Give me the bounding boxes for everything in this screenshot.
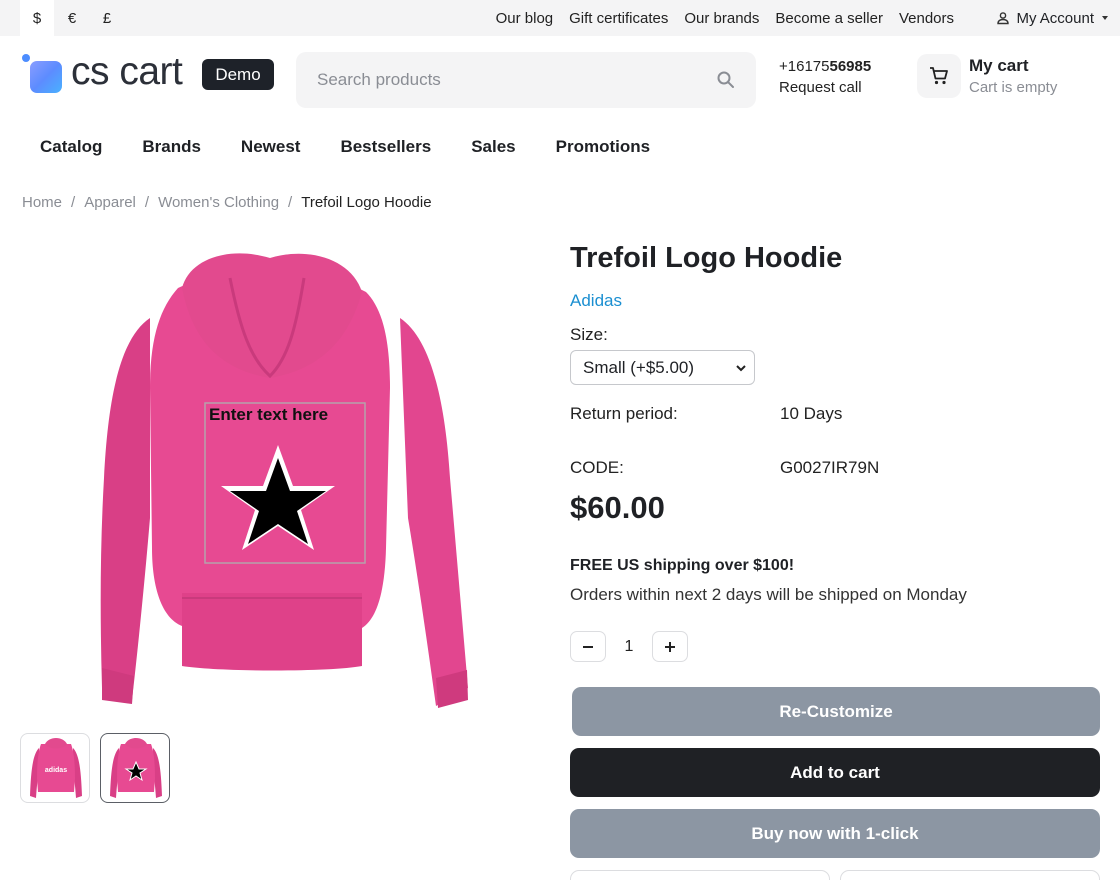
top-link-gift-certificates[interactable]: Gift certificates [569, 10, 668, 27]
minus-icon [583, 645, 593, 648]
chevron-down-icon [736, 365, 746, 372]
breadcrumb-apparel[interactable]: Apparel [84, 194, 136, 211]
nav-sales[interactable]: Sales [471, 137, 515, 159]
currency-eur[interactable]: € [55, 0, 89, 36]
size-label: Size: [570, 325, 608, 344]
demo-badge: Demo [202, 59, 274, 90]
phone-number[interactable]: +1617556985 [779, 58, 871, 75]
product-price: $60.00 [570, 490, 665, 525]
top-link-vendors[interactable]: Vendors [899, 10, 954, 27]
recustomize-button[interactable]: Re-Customize [572, 687, 1100, 736]
breadcrumb-womens-clothing[interactable]: Women's Clothing [158, 194, 279, 211]
nav-brands[interactable]: Brands [142, 137, 201, 159]
nav-newest[interactable]: Newest [241, 137, 301, 159]
currency-gbp[interactable]: £ [90, 0, 124, 36]
cart-title[interactable]: My cart [969, 56, 1029, 76]
product-title: Trefoil Logo Hoodie [570, 242, 843, 274]
breadcrumb-separator: / [144, 194, 150, 211]
return-period-label: Return period: [570, 404, 678, 423]
product-main-image[interactable]: Enter text here [90, 248, 482, 718]
plus-icon [665, 641, 675, 652]
wishlist-button[interactable] [570, 870, 830, 880]
my-account-label: My Account [1016, 9, 1094, 27]
compare-button[interactable] [840, 870, 1100, 880]
cart-icon [930, 67, 948, 85]
nav-catalog[interactable]: Catalog [40, 137, 102, 159]
phone-bold: 56985 [829, 58, 872, 75]
phone-prefix: +16175 [779, 58, 830, 75]
breadcrumb-home[interactable]: Home [22, 194, 62, 211]
request-call-link[interactable]: Request call [779, 79, 862, 96]
breadcrumb-separator: / [288, 194, 293, 211]
quantity-input[interactable]: 1 [606, 631, 652, 662]
top-links: Our blog Gift certificates Our brands Be… [496, 0, 954, 36]
logo-dot [22, 54, 30, 62]
return-period-value: 10 Days [780, 404, 843, 423]
thumbnail-2[interactable] [100, 733, 170, 803]
top-link-brands[interactable]: Our brands [684, 10, 759, 27]
logo-mark [30, 61, 62, 93]
chevron-down-icon [1102, 16, 1108, 20]
nav-bestsellers[interactable]: Bestsellers [340, 137, 431, 159]
thumbnail-1[interactable]: adidas [20, 733, 90, 803]
currency-usd[interactable]: $ [20, 0, 54, 36]
search-bar [296, 52, 756, 108]
main-nav: Catalog Brands Newest Bestsellers Sales … [40, 137, 690, 159]
shipping-promo: FREE US shipping over $100! [570, 557, 795, 574]
top-bar: $ € £ Our blog Gift certificates Our bra… [0, 0, 1120, 36]
user-icon [997, 12, 1010, 25]
search-input[interactable] [296, 52, 696, 108]
breadcrumb-separator: / [71, 194, 76, 211]
add-to-cart-button[interactable]: Add to cart [570, 748, 1100, 797]
top-link-become-seller[interactable]: Become a seller [775, 10, 883, 27]
my-account-menu[interactable]: My Account [996, 0, 1108, 36]
thumbnail-2-image [110, 738, 162, 798]
quantity-decrease-button[interactable] [570, 631, 606, 662]
size-select[interactable]: Small (+$5.00) [570, 350, 755, 385]
thumbnail-1-text: adidas [45, 767, 67, 774]
top-link-blog[interactable]: Our blog [496, 10, 554, 27]
buy-one-click-button[interactable]: Buy now with 1-click [570, 809, 1100, 858]
cart-button[interactable] [917, 54, 961, 98]
shipping-note: Orders within next 2 days will be shippe… [570, 585, 967, 604]
product-code-value: G0027IR79N [780, 458, 880, 477]
image-custom-text: Enter text here [209, 405, 328, 424]
search-icon[interactable] [716, 70, 736, 90]
cart-status: Cart is empty [969, 79, 1058, 96]
breadcrumb: Home / Apparel / Women's Clothing / Tref… [22, 194, 432, 211]
logo-text: cs cart [71, 50, 183, 93]
quantity-increase-button[interactable] [652, 631, 688, 662]
thumbnail-1-image: adidas [30, 738, 82, 798]
nav-promotions[interactable]: Promotions [556, 137, 650, 159]
size-selected-value: Small (+$5.00) [583, 357, 695, 377]
product-code-label: CODE: [570, 458, 624, 477]
breadcrumb-current: Trefoil Logo Hoodie [301, 194, 432, 211]
product-brand-link[interactable]: Adidas [570, 291, 622, 311]
site-logo[interactable]: cs cart Demo [20, 50, 274, 96]
